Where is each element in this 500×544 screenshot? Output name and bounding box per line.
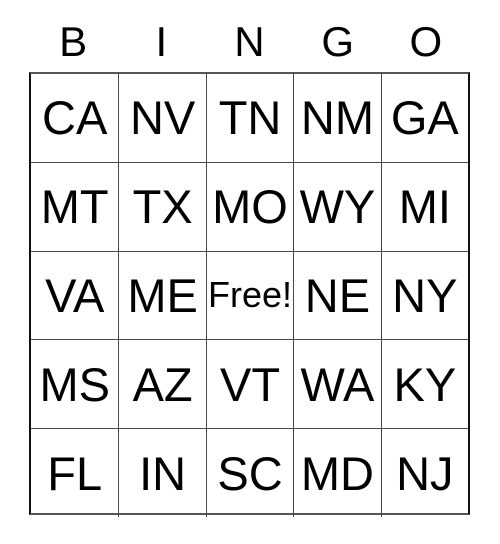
bingo-cell-label: ME (127, 268, 198, 322)
bingo-cell-label: AZ (132, 357, 193, 411)
bingo-cell-label: NV (129, 91, 196, 145)
bingo-row: CA NV TN NM GA (31, 74, 468, 162)
bingo-cell[interactable]: TN (205, 74, 293, 162)
bingo-cell-label: WY (299, 180, 376, 234)
bingo-cell[interactable]: CA (31, 74, 118, 162)
bingo-cell[interactable]: MD (293, 429, 380, 517)
bingo-cell[interactable]: ME (118, 251, 205, 340)
bingo-grid: CA NV TN NM GA MT TX MO WY MI VA ME Free… (29, 72, 470, 517)
bingo-cell[interactable]: MS (31, 340, 118, 428)
bingo-cell[interactable]: IN (118, 429, 205, 517)
bingo-cell[interactable]: MI (380, 162, 468, 251)
bingo-cell-label: FL (47, 446, 103, 500)
bingo-cell[interactable]: FL (31, 429, 118, 517)
bingo-cell-label: NE (304, 268, 371, 322)
bingo-cell-label: IN (139, 446, 187, 500)
bingo-header-letter: O (409, 18, 443, 65)
bingo-row: FL IN SC MD NJ (31, 428, 468, 517)
bingo-cell[interactable]: VA (31, 252, 118, 340)
bingo-cell[interactable]: NY (380, 251, 468, 340)
bingo-header-column-o: O (382, 14, 470, 72)
bingo-cell-label: TN (218, 91, 282, 145)
bingo-header-letter: N (234, 18, 265, 65)
bingo-cell-label: MS (39, 357, 110, 411)
bingo-cell[interactable]: VT (205, 340, 293, 429)
bingo-row: MT TX MO WY MI (31, 161, 468, 251)
bingo-header-letter: I (155, 18, 168, 65)
bingo-cell-free[interactable]: Free! (205, 251, 293, 340)
bingo-cell[interactable]: NE (293, 251, 380, 340)
bingo-cell-label: VT (219, 357, 281, 411)
bingo-header-row: B I N G O (29, 14, 470, 72)
bingo-cell[interactable]: WY (293, 162, 380, 251)
bingo-cell[interactable]: GA (380, 74, 468, 162)
bingo-cell-label: TX (132, 180, 193, 234)
bingo-cell-label: NM (300, 91, 374, 145)
bingo-cell[interactable]: SC (205, 429, 293, 517)
bingo-cell-label: MI (398, 180, 451, 234)
bingo-header-column-b: B (29, 14, 117, 72)
bingo-cell-label: GA (390, 91, 459, 145)
bingo-cell-label: KY (393, 357, 457, 411)
bingo-cell-label: MO (212, 180, 288, 234)
bingo-cell[interactable]: TX (118, 162, 205, 251)
bingo-cell[interactable]: KY (380, 340, 468, 429)
bingo-cell[interactable]: NJ (380, 429, 468, 517)
bingo-cell[interactable]: NV (118, 74, 205, 162)
bingo-cell-label: CA (42, 91, 108, 145)
bingo-header-letter: B (59, 18, 88, 65)
bingo-header-column-g: G (294, 14, 382, 72)
bingo-cell-label: VA (45, 268, 105, 322)
bingo-cell-label: SC (217, 446, 283, 500)
bingo-cell-label: WA (300, 357, 375, 411)
bingo-cell-label: NY (392, 268, 458, 322)
bingo-cell[interactable]: MT (31, 163, 118, 251)
bingo-row: VA ME Free! NE NY (31, 250, 468, 340)
bingo-header-column-n: N (205, 14, 293, 72)
bingo-cell[interactable]: NM (293, 74, 380, 162)
bingo-header-letter: G (321, 18, 354, 65)
bingo-cell[interactable]: MO (205, 162, 293, 251)
bingo-cell-label: Free! (208, 274, 293, 316)
bingo-cell-label: MT (40, 180, 109, 234)
bingo-cell-label: NJ (396, 446, 454, 500)
bingo-row: MS AZ VT WA KY (31, 339, 468, 429)
bingo-card: B I N G O CA NV TN NM GA MT TX MO WY MI … (0, 0, 500, 544)
bingo-header-column-i: I (117, 14, 205, 72)
bingo-cell-label: MD (300, 446, 374, 500)
bingo-cell[interactable]: AZ (118, 340, 205, 429)
bingo-cell[interactable]: WA (293, 340, 380, 429)
